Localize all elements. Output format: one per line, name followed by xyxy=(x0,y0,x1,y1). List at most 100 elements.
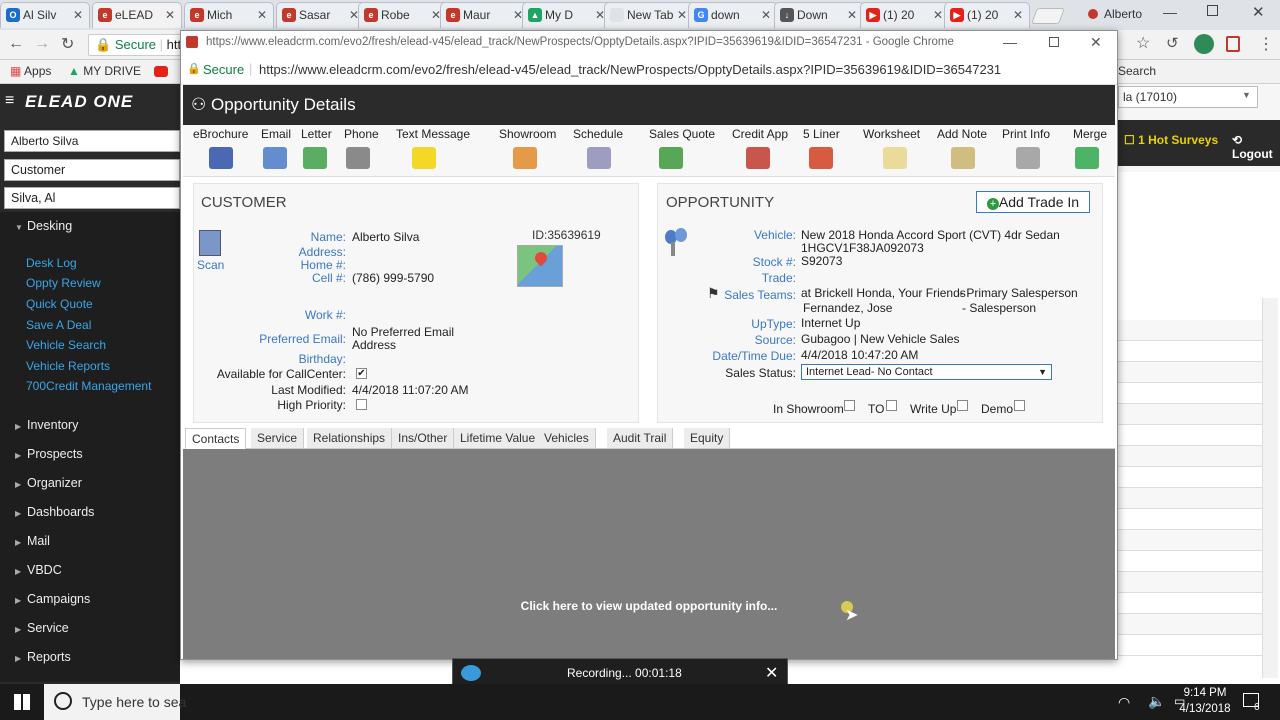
high-priority-checkbox[interactable] xyxy=(356,399,367,410)
browser-tab[interactable]: New Tab ✕ xyxy=(604,2,694,28)
tab-close-icon[interactable]: ✕ xyxy=(677,3,687,27)
menu-dots-icon[interactable]: ⋮ xyxy=(1258,34,1274,54)
popup-url[interactable]: https://www.eleadcrm.com/evo2/fresh/elea… xyxy=(259,62,1001,77)
right-list-row[interactable] xyxy=(1118,530,1262,551)
nav-section[interactable]: ▶ Mail xyxy=(15,534,50,548)
action-print-button[interactable]: Print Info xyxy=(1002,127,1050,169)
right-list-row[interactable] xyxy=(1118,425,1262,446)
nav-section[interactable]: ▶ Inventory xyxy=(15,418,78,432)
volume-icon[interactable]: 🔈 xyxy=(1148,693,1165,710)
clock-date[interactable]: 4/13/2018 xyxy=(1172,703,1238,715)
browser-tab[interactable]: e Sasar ✕ xyxy=(276,2,366,28)
browser-tab[interactable]: Gdown ✕ xyxy=(688,2,778,28)
callcenter-checkbox[interactable]: ✔ xyxy=(356,368,367,379)
map-icon[interactable] xyxy=(517,245,563,287)
taskbar-search-box[interactable]: Type here to sea xyxy=(44,684,186,720)
desking-link[interactable]: 700Credit Management xyxy=(26,379,151,393)
clock-time[interactable]: 9:14 PM xyxy=(1180,687,1230,699)
tab-close-icon[interactable]: ✕ xyxy=(933,3,943,27)
logout-link[interactable]: ⟲ Logout xyxy=(1232,133,1280,161)
detail-tab[interactable]: Equity xyxy=(684,428,731,448)
new-tab-button[interactable] xyxy=(1031,8,1065,24)
popup-url-bar[interactable]: 🔒 Secure | https://www.eleadcrm.com/evo2… xyxy=(181,55,1117,85)
right-list-row[interactable] xyxy=(1118,509,1262,530)
to-checkbox[interactable] xyxy=(886,400,897,411)
detail-tab[interactable]: Relationships xyxy=(307,428,393,448)
browser-tab[interactable]: O Al Silv ✕ xyxy=(0,2,90,28)
scan-link[interactable]: Scan xyxy=(197,258,224,272)
chrome-user-name[interactable]: Alberto xyxy=(1088,7,1142,21)
bookmark-apps[interactable]: ▦ Apps xyxy=(10,64,51,78)
minimize-icon[interactable]: — xyxy=(1163,4,1177,20)
tab-close-icon[interactable]: ✕ xyxy=(761,3,771,27)
nav-section[interactable]: ▶ Campaigns xyxy=(15,592,90,606)
popup-close-icon[interactable]: ✕ xyxy=(1090,31,1102,53)
write-up-checkbox[interactable] xyxy=(957,400,968,411)
desking-link[interactable]: Vehicle Reports xyxy=(26,359,110,373)
dealer-select[interactable]: la (17010) xyxy=(1118,86,1258,108)
right-list-row[interactable] xyxy=(1118,551,1262,572)
tab-close-icon[interactable]: ✕ xyxy=(165,3,175,27)
sales-status-select[interactable]: Internet Lead- No Contact ▼ xyxy=(801,364,1052,380)
nav-section[interactable]: ▶ Dashboards xyxy=(15,505,94,519)
nav-section[interactable]: ▶ Service xyxy=(15,621,69,635)
right-list-row[interactable] xyxy=(1118,446,1262,467)
windows-start-icon[interactable] xyxy=(14,694,30,710)
nav-section[interactable]: ▶ VBDC xyxy=(15,563,62,577)
tab-close-icon[interactable]: ✕ xyxy=(257,3,267,27)
right-list-row[interactable] xyxy=(1118,488,1262,509)
close-window-icon[interactable]: ✕ xyxy=(1252,3,1265,21)
desking-link[interactable]: Oppty Review xyxy=(26,276,101,290)
browser-tab[interactable]: e Robe ✕ xyxy=(358,2,448,28)
browser-tab[interactable]: ▲ My D ✕ xyxy=(522,2,612,28)
forward-icon[interactable]: → xyxy=(34,35,50,53)
back-icon[interactable]: ← xyxy=(8,35,24,53)
nav-section[interactable]: ▶ Reports xyxy=(15,650,71,664)
customer-name-field[interactable]: Alberto Silva xyxy=(4,130,180,152)
right-list-row[interactable] xyxy=(1118,320,1262,341)
recorder-close-icon[interactable]: ✕ xyxy=(765,663,778,683)
nav-desking[interactable]: ▼ Desking xyxy=(15,219,72,233)
action-merge-button[interactable]: Merge xyxy=(1073,127,1107,169)
desking-link[interactable]: Vehicle Search xyxy=(26,338,106,352)
browser-tab[interactable]: ↓ Down ✕ xyxy=(774,2,864,28)
desking-link[interactable]: Desk Log xyxy=(26,256,77,270)
reload-icon[interactable]: ↻ xyxy=(61,34,74,54)
action-sales-quote-button[interactable]: Sales Quote xyxy=(649,127,715,169)
bookmark-star-icon[interactable]: ☆ xyxy=(1136,33,1150,53)
action-five-liner-button[interactable]: 5 Liner xyxy=(803,127,840,169)
search-type-select[interactable]: Customer xyxy=(4,159,180,181)
scan-icon[interactable] xyxy=(199,230,221,256)
detail-tab[interactable]: Audit Trail xyxy=(607,428,674,448)
address-bar[interactable]: 🔒 Secure | htt xyxy=(88,34,188,56)
action-text-message-button[interactable]: Text Message xyxy=(396,127,470,169)
youtube-icon[interactable] xyxy=(154,66,168,77)
detail-tab[interactable]: Contacts xyxy=(185,428,247,450)
cell-phone[interactable]: (786) 999-5790 xyxy=(352,271,434,285)
action-phone-button[interactable]: Phone xyxy=(344,127,379,169)
tab-close-icon[interactable]: ✕ xyxy=(73,3,83,27)
browser-tab[interactable]: e eLEAD ✕ xyxy=(92,2,182,28)
hot-surveys-link[interactable]: ☐ 1 Hot Surveys xyxy=(1124,133,1218,147)
right-list-row[interactable] xyxy=(1118,362,1262,383)
action-showroom-button[interactable]: Showroom xyxy=(499,127,556,169)
action-worksheet-button[interactable]: Worksheet xyxy=(863,127,920,169)
action-schedule-button[interactable]: Schedule xyxy=(573,127,623,169)
detail-tab[interactable]: Lifetime Value xyxy=(454,428,543,448)
hamburger-menu-icon[interactable]: ≡ xyxy=(5,92,14,110)
tab-close-icon[interactable]: ✕ xyxy=(847,3,857,27)
popup-maximize-icon[interactable] xyxy=(1049,37,1059,47)
detail-tab[interactable]: Vehicles xyxy=(538,428,596,448)
nav-section[interactable]: ▶ Organizer xyxy=(15,476,82,490)
tab-close-icon[interactable]: ✕ xyxy=(1013,3,1023,27)
right-list-row[interactable] xyxy=(1118,593,1262,614)
detail-tab[interactable]: Ins/Other xyxy=(392,428,455,448)
right-scrollbar[interactable] xyxy=(1262,298,1278,678)
in-showroom-checkbox[interactable] xyxy=(844,400,855,411)
right-list-row[interactable] xyxy=(1118,341,1262,362)
nav-section[interactable]: ▶ Prospects xyxy=(15,447,83,461)
search-input[interactable]: Silva, Al xyxy=(4,187,180,209)
extension-icon[interactable] xyxy=(1194,34,1214,54)
browser-tab[interactable]: e Mich ✕ xyxy=(184,2,274,28)
refresh-opportunity-link[interactable]: Click here to view updated opportunity i… xyxy=(183,599,1115,613)
